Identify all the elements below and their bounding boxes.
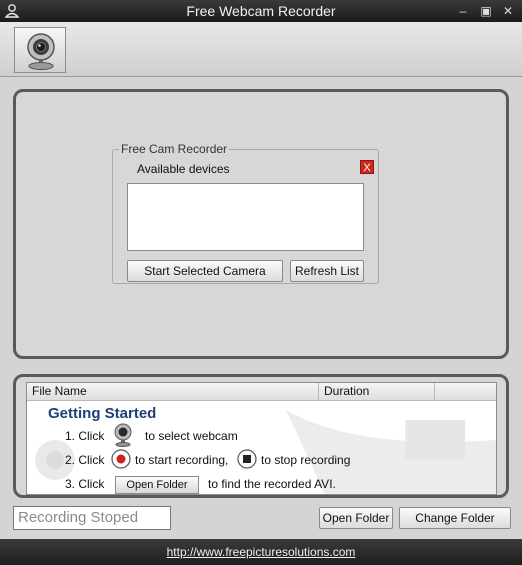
maximize-button[interactable]: ▣ xyxy=(478,3,494,19)
step2-middle: to start recording, xyxy=(135,453,229,467)
webcam-button[interactable] xyxy=(14,27,66,73)
webcam-icon xyxy=(114,423,132,447)
step2-suffix: to stop recording xyxy=(261,453,351,467)
recording-status-field: Recording Stoped xyxy=(13,506,171,530)
window-title: Free Webcam Recorder xyxy=(186,3,336,19)
inline-open-folder-button[interactable]: Open Folder xyxy=(115,476,199,494)
main-area: Free Cam Recorder X Available devices St… xyxy=(0,77,522,539)
refresh-list-button[interactable]: Refresh List xyxy=(290,260,364,282)
recordings-panel: File Name Duration Getting Started 1. Cl… xyxy=(13,374,509,498)
step3-prefix: 3. Click xyxy=(65,477,105,491)
open-folder-button[interactable]: Open Folder xyxy=(319,507,393,529)
list-header: File Name Duration xyxy=(27,383,496,401)
step1-suffix: to select webcam xyxy=(145,429,238,443)
start-selected-camera-button[interactable]: Start Selected Camera xyxy=(127,260,283,282)
title-bar: Free Webcam Recorder – ▣ ✕ xyxy=(0,0,522,22)
step3-suffix: to find the recorded AVI. xyxy=(208,477,336,491)
webcam-icon xyxy=(27,33,55,70)
column-duration[interactable]: Duration xyxy=(319,383,435,400)
device-group-title: Free Cam Recorder xyxy=(121,142,228,156)
toolbar xyxy=(0,22,522,77)
device-list[interactable] xyxy=(127,183,364,251)
close-window-button[interactable]: ✕ xyxy=(500,3,516,19)
available-devices-label: Available devices xyxy=(137,162,230,176)
recordings-list[interactable]: File Name Duration Getting Started 1. Cl… xyxy=(26,382,497,495)
record-icon xyxy=(111,449,131,469)
stop-icon xyxy=(237,449,257,469)
close-device-panel-button[interactable]: X xyxy=(360,160,374,174)
column-file-name[interactable]: File Name xyxy=(27,383,319,400)
camera-preview-panel: Free Cam Recorder X Available devices St… xyxy=(13,89,509,359)
minimize-button[interactable]: – xyxy=(455,3,471,19)
footer-bar: http://www.freepicturesolutions.com xyxy=(0,539,522,565)
step2-prefix: 2. Click xyxy=(65,453,105,467)
change-folder-button[interactable]: Change Folder xyxy=(399,507,511,529)
step1-prefix: 1. Click xyxy=(65,429,105,443)
website-link[interactable]: http://www.freepicturesolutions.com xyxy=(167,545,356,559)
getting-started-title: Getting Started xyxy=(48,405,157,422)
device-group: Free Cam Recorder X Available devices St… xyxy=(112,142,379,284)
